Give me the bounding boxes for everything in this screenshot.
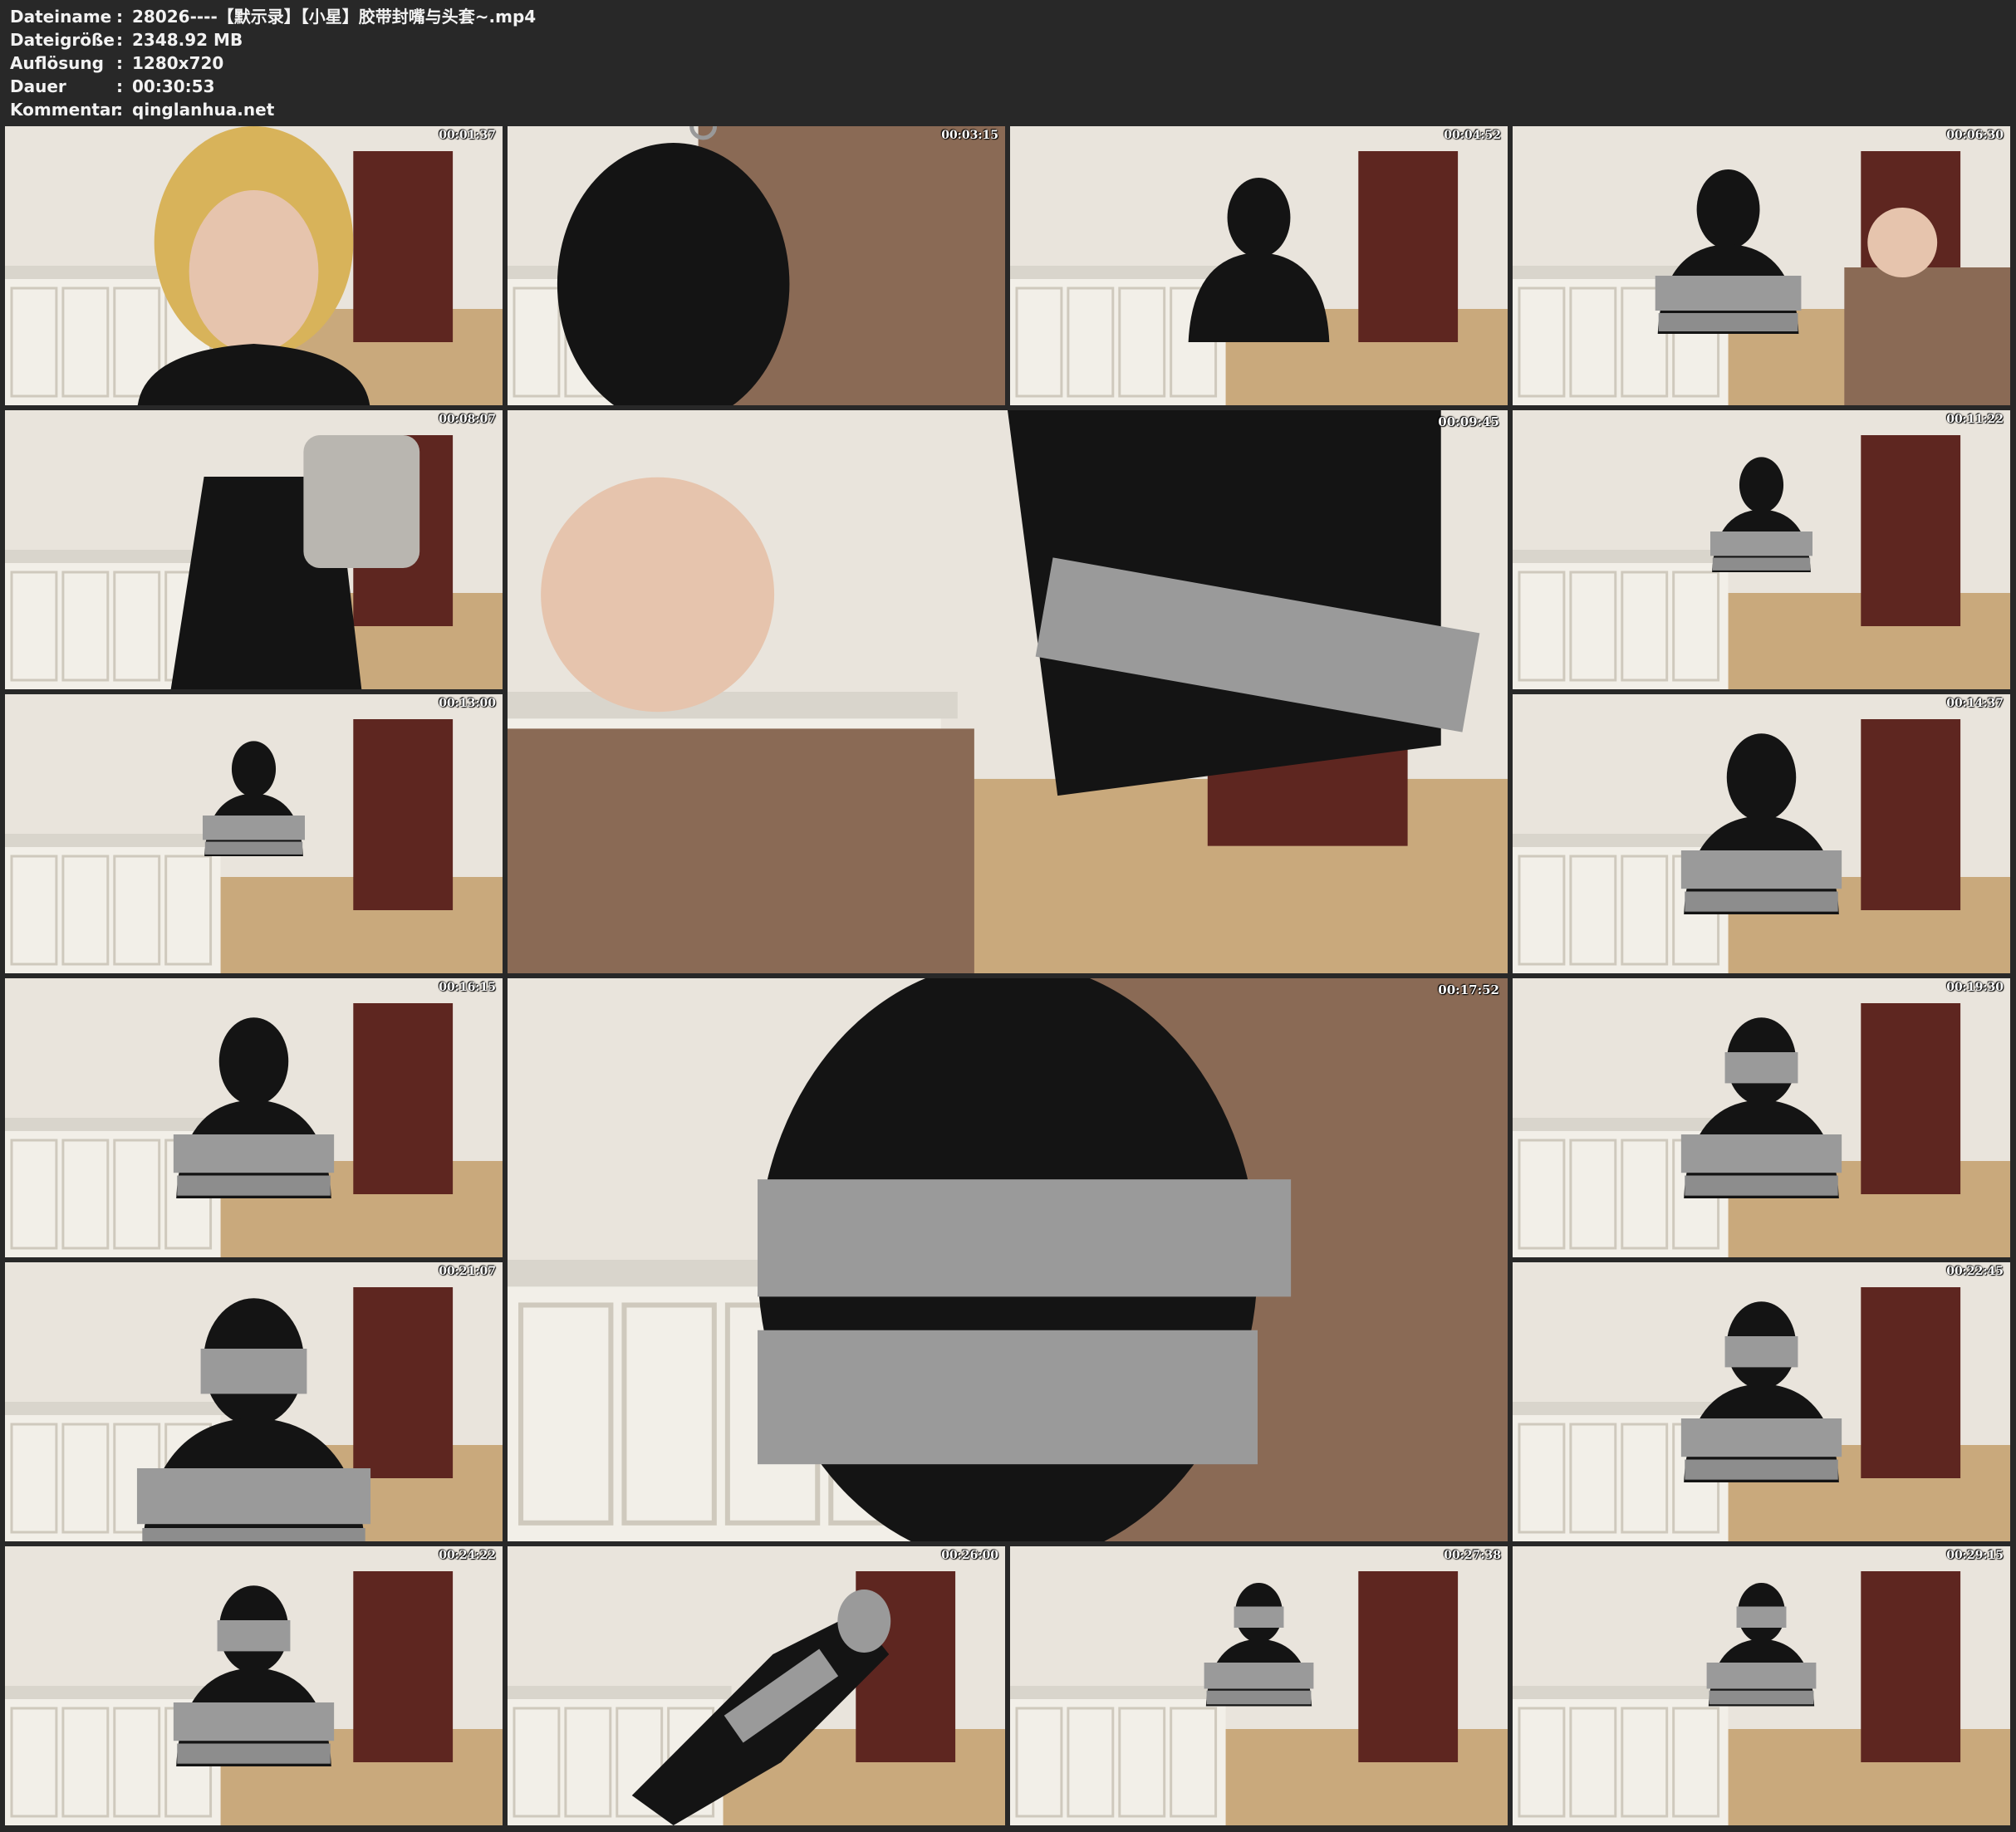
video-thumbnail: 00:14:37 <box>1513 694 2010 973</box>
file-info-header: Dateiname : 28026----【默示录】【小星】胶带封嘴与头套~.m… <box>10 5 2004 121</box>
video-thumbnail: 00:21:07 <box>5 1262 503 1541</box>
thumbnail-image <box>1513 978 2010 1257</box>
thumbnail-image <box>1010 1546 1508 1825</box>
video-thumbnail: 00:17:52 <box>508 978 1508 1541</box>
thumbnail-image <box>5 1262 503 1541</box>
video-thumbnail: 00:04:52 <box>1010 126 1508 405</box>
info-label: Dateiname <box>10 7 112 27</box>
video-thumbnail: 00:01:37 <box>5 126 503 405</box>
thumbnail-image <box>5 694 503 973</box>
thumbnail-timestamp: 00:21:07 <box>439 1265 496 1278</box>
video-thumbnail: 00:08:07 <box>5 410 503 689</box>
thumbnail-timestamp: 00:03:15 <box>941 129 998 142</box>
thumbnail-timestamp: 00:04:52 <box>1444 129 1501 142</box>
thumbnail-image <box>1513 126 2010 405</box>
info-label: Auflösung <box>10 53 104 73</box>
video-thumbnail: 00:03:15 <box>508 126 1005 405</box>
video-thumbnail: 00:22:45 <box>1513 1262 2010 1541</box>
thumbnail-image <box>508 410 1508 973</box>
thumbnail-image <box>508 978 1508 1541</box>
video-thumbnail: 00:24:22 <box>5 1546 503 1825</box>
thumbnail-timestamp: 00:27:38 <box>1444 1549 1501 1562</box>
video-thumbnail: 00:16:15 <box>5 978 503 1257</box>
thumbnail-grid: 00:01:37 00:03:15 00:04:52 00:06:30 00:08:07… <box>5 126 2012 1827</box>
thumbnail-timestamp: 00:22:45 <box>1946 1265 2004 1278</box>
video-thumbnail: 00:29:15 <box>1513 1546 2010 1825</box>
info-separator: : <box>116 53 123 73</box>
thumbnail-timestamp: 00:01:37 <box>439 129 496 142</box>
info-value-resolution: 1280x720 <box>132 53 224 73</box>
info-separator: : <box>116 7 123 27</box>
thumbnail-image <box>5 410 503 689</box>
video-thumbnail: 00:06:30 <box>1513 126 2010 405</box>
info-label: Dauer <box>10 76 66 96</box>
thumbnail-timestamp: 00:14:37 <box>1946 697 2004 710</box>
thumbnail-timestamp: 00:11:22 <box>1946 413 2004 426</box>
thumbnail-timestamp: 00:16:15 <box>439 981 496 994</box>
info-label: Dateigröße <box>10 30 115 50</box>
thumbnail-timestamp: 00:06:30 <box>1946 129 2004 142</box>
thumbnail-image <box>1513 1546 2010 1825</box>
video-thumbnail: 00:11:22 <box>1513 410 2010 689</box>
thumbnail-image <box>1513 1262 2010 1541</box>
video-thumbnail: 00:19:30 <box>1513 978 2010 1257</box>
thumbnail-image <box>5 1546 503 1825</box>
thumbnail-timestamp: 00:17:52 <box>1438 982 1499 997</box>
info-value-filename: 28026----【默示录】【小星】胶带封嘴与头套~.mp4 <box>132 7 537 27</box>
info-value-filesize: 2348.92 MB <box>132 30 243 50</box>
info-value-comment: qinglanhua.net <box>132 100 275 120</box>
thumbnail-image <box>508 1546 1005 1825</box>
video-thumbnail: 00:09:45 <box>508 410 1508 973</box>
info-separator: : <box>116 76 123 96</box>
thumbnail-timestamp: 00:19:30 <box>1946 981 2004 994</box>
video-thumbnail: 00:27:38 <box>1010 1546 1508 1825</box>
video-thumbnail: 00:26:00 <box>508 1546 1005 1825</box>
info-separator: : <box>116 100 123 120</box>
thumbnail-timestamp: 00:09:45 <box>1438 414 1499 429</box>
info-value-duration: 00:30:53 <box>132 76 215 96</box>
info-label: Kommentar <box>10 100 120 120</box>
thumbnail-image <box>508 126 1005 405</box>
thumbnail-timestamp: 00:24:22 <box>439 1549 496 1562</box>
thumbnail-image <box>1513 694 2010 973</box>
thumbnail-image <box>5 978 503 1257</box>
thumbnail-timestamp: 00:08:07 <box>439 413 496 426</box>
video-thumbnail: 00:13:00 <box>5 694 503 973</box>
thumbnail-timestamp: 00:29:15 <box>1946 1549 2004 1562</box>
info-separator: : <box>116 30 123 50</box>
thumbnail-timestamp: 00:26:00 <box>941 1549 998 1562</box>
thumbnail-timestamp: 00:13:00 <box>439 697 496 710</box>
thumbnail-image <box>1513 410 2010 689</box>
thumbnail-image <box>5 126 503 405</box>
thumbnail-image <box>1010 126 1508 405</box>
